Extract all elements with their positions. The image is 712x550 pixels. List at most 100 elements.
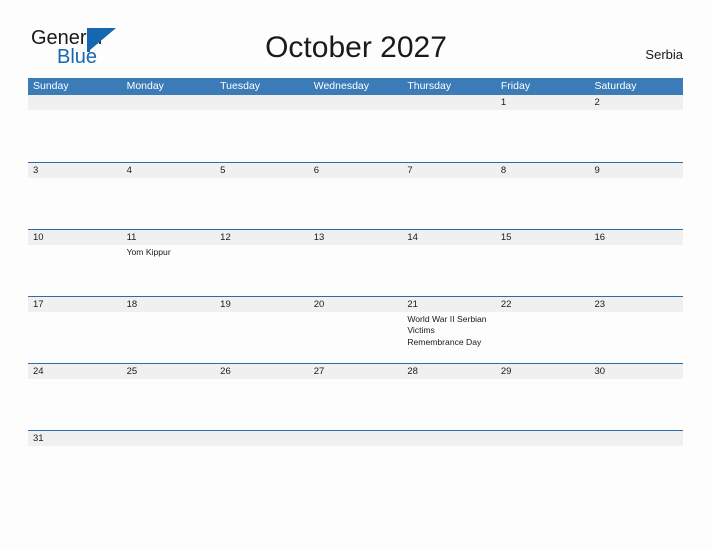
day-number: [589, 431, 684, 446]
day-cell-17[interactable]: 17: [28, 297, 122, 363]
day-cell-27[interactable]: 27: [308, 364, 403, 430]
day-cell-7[interactable]: 7: [402, 163, 496, 229]
region-label: Serbia: [645, 47, 683, 62]
day-cell-20[interactable]: 20: [308, 297, 403, 363]
day-cell-24[interactable]: 24: [28, 364, 122, 430]
day-number: 17: [28, 297, 122, 312]
day-cell-15[interactable]: 15: [495, 230, 590, 296]
day-cell-29[interactable]: 29: [495, 364, 590, 430]
day-number: 18: [121, 297, 216, 312]
day-cell-6[interactable]: 6: [308, 163, 403, 229]
day-cell-5[interactable]: 5: [215, 163, 309, 229]
day-number: 20: [308, 297, 403, 312]
day-number: 21: [402, 297, 496, 312]
day-number: [215, 431, 309, 446]
day-number: [308, 431, 403, 446]
day-number: 28: [402, 364, 496, 379]
weekday-header-row: Sunday Monday Tuesday Wednesday Thursday Frid…: [28, 78, 683, 95]
day-cell-empty-monday: [121, 95, 216, 162]
day-number: 9: [589, 163, 684, 178]
day-events: World War II Serbian Victims Remembrance…: [402, 312, 496, 348]
calendar-week-row: 12: [28, 95, 684, 162]
day-cell-11[interactable]: 11 Yom Kippur: [121, 230, 216, 296]
day-cell-26[interactable]: 26: [215, 364, 309, 430]
day-number: 10: [28, 230, 122, 245]
day-number: 5: [215, 163, 309, 178]
day-cell-10[interactable]: 10: [28, 230, 122, 296]
day-events: Yom Kippur: [122, 245, 216, 258]
day-cell-1[interactable]: 1: [495, 95, 590, 162]
day-number: 19: [215, 297, 309, 312]
day-cell-empty-saturday: [589, 431, 684, 497]
day-number: [215, 95, 309, 110]
day-number: 23: [589, 297, 684, 312]
day-cell-8[interactable]: 8: [495, 163, 590, 229]
day-number: 30: [589, 364, 684, 379]
day-number: [402, 431, 496, 446]
day-cell-14[interactable]: 14: [402, 230, 496, 296]
calendar-week-row: 10 11 Yom Kippur 12 13 14 15 16: [28, 229, 684, 296]
day-number: 27: [308, 364, 403, 379]
day-cell-empty-monday: [121, 431, 216, 497]
calendar-week-row: 24 25 26 27 28 29 30: [28, 363, 684, 430]
calendar-page: General Blue October 2027 Serbia Sunday M…: [0, 0, 712, 550]
weekday-header-tuesday: Tuesday: [220, 80, 261, 92]
day-number: 14: [402, 230, 496, 245]
page-header: General Blue October 2027 Serbia: [0, 0, 712, 76]
day-number: 6: [308, 163, 403, 178]
day-cell-3[interactable]: 3: [28, 163, 122, 229]
day-number: 13: [308, 230, 403, 245]
day-number: 29: [495, 364, 590, 379]
day-cell-21[interactable]: 21 World War II Serbian Victims Remembran…: [402, 297, 496, 363]
day-cell-12[interactable]: 12: [215, 230, 309, 296]
weekday-header-wednesday: Wednesday: [313, 80, 369, 92]
day-number: [402, 95, 496, 110]
day-number: 2: [589, 95, 684, 110]
day-cell-9[interactable]: 9: [589, 163, 684, 229]
day-cell-2[interactable]: 2: [589, 95, 684, 162]
day-number: [121, 431, 216, 446]
day-number: [121, 95, 216, 110]
weekday-header-sunday: Sunday: [33, 80, 69, 92]
day-number: [495, 431, 590, 446]
weekday-header-friday: Friday: [500, 80, 531, 92]
event-label: Yom Kippur: [126, 247, 171, 257]
day-number: 11: [121, 230, 216, 245]
day-cell-23[interactable]: 23: [589, 297, 684, 363]
day-cell-22[interactable]: 22: [495, 297, 590, 363]
calendar-week-row: 31: [28, 430, 684, 497]
page-title: October 2027: [265, 31, 447, 64]
day-cell-empty-friday: [495, 431, 590, 497]
calendar-grid: Sunday Monday Tuesday Wednesday Thursday Frid…: [28, 78, 684, 497]
day-number: 8: [495, 163, 590, 178]
day-cell-19[interactable]: 19: [215, 297, 309, 363]
day-number: 24: [28, 364, 122, 379]
weekday-header-thursday: Thursday: [407, 80, 452, 92]
day-number: 4: [121, 163, 216, 178]
day-cell-30[interactable]: 30: [589, 364, 684, 430]
weekday-header-monday: Monday: [126, 80, 164, 92]
day-number: 7: [402, 163, 496, 178]
day-cell-4[interactable]: 4: [121, 163, 216, 229]
day-cell-empty-sunday: [28, 95, 122, 162]
day-number: [28, 95, 122, 110]
day-cell-28[interactable]: 28: [402, 364, 496, 430]
day-number: 25: [121, 364, 216, 379]
day-number: 15: [495, 230, 590, 245]
day-number: 1: [495, 95, 590, 110]
day-cell-18[interactable]: 18: [121, 297, 216, 363]
day-cell-empty-wednesday: [308, 431, 403, 497]
day-number: 12: [215, 230, 309, 245]
day-cell-empty-thursday: [402, 431, 496, 497]
event-label: World War II Serbian Victims Remembrance…: [407, 314, 487, 347]
day-number: 31: [28, 431, 122, 446]
day-number: [308, 95, 403, 110]
day-number: 16: [589, 230, 684, 245]
day-cell-16[interactable]: 16: [589, 230, 684, 296]
day-cell-13[interactable]: 13: [308, 230, 403, 296]
calendar-week-row: 3456789: [28, 162, 684, 229]
day-number: 26: [215, 364, 309, 379]
day-cell-25[interactable]: 25: [121, 364, 216, 430]
calendar-body: 1 2 3 4 5 6 7 8 9 10 11 Yom Kippur 12 13 14 15 16 17 18 19 2…: [28, 95, 684, 497]
day-cell-31[interactable]: 31: [28, 431, 122, 497]
